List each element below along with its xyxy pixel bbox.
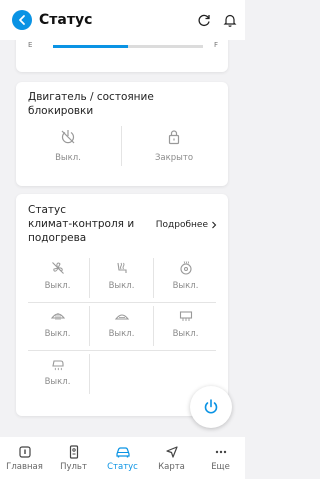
divider bbox=[28, 350, 216, 351]
fuel-full-label: F bbox=[214, 41, 219, 49]
rear-defrost-icon bbox=[179, 311, 192, 321]
climate-card-title: Статус климат-контроля и подогрева bbox=[28, 204, 135, 244]
notifications-button[interactable] bbox=[223, 13, 237, 27]
lock-status-label: Закрыто bbox=[154, 153, 194, 163]
windshield-heater-icon bbox=[114, 314, 129, 320]
steering-wheel-heater-icon bbox=[179, 261, 192, 275]
arrow-left-icon bbox=[19, 15, 25, 25]
divider bbox=[89, 306, 90, 346]
divider bbox=[153, 258, 154, 298]
refresh-icon bbox=[198, 14, 210, 27]
windshield-heater-status: Выкл. bbox=[92, 306, 151, 346]
power-icon bbox=[204, 399, 218, 414]
fuel-empty-label: E bbox=[28, 41, 33, 49]
engine-status-label: Выкл. bbox=[55, 153, 81, 163]
fan-status: Выкл. bbox=[28, 258, 87, 298]
remote-icon bbox=[69, 445, 78, 459]
lock-status: Закрыто bbox=[122, 126, 226, 172]
engine-lock-card: Двигатель / состояние блокировки Выкл. З… bbox=[16, 82, 228, 186]
mirror-heater-status: Выкл. bbox=[28, 354, 87, 394]
tab-remote[interactable]: Пульт bbox=[49, 437, 98, 479]
divider bbox=[28, 302, 216, 303]
bell-icon bbox=[223, 14, 237, 27]
seat-heater-status: Выкл. bbox=[92, 258, 151, 298]
tab-home[interactable]: Главная bbox=[0, 437, 49, 479]
top-app-bar: Статус bbox=[0, 0, 245, 40]
fan-off-icon bbox=[51, 262, 64, 274]
bottom-tab-bar: Главная Пульт Статус Карта Еще bbox=[0, 437, 245, 479]
back-button[interactable] bbox=[12, 10, 32, 30]
seat-heater-icon bbox=[116, 262, 127, 273]
remote-start-button[interactable] bbox=[190, 386, 232, 428]
fuel-gauge-fill bbox=[53, 45, 128, 48]
divider bbox=[89, 258, 90, 298]
divider bbox=[89, 354, 90, 394]
mirror-heater-icon bbox=[51, 360, 64, 371]
lock-closed-icon bbox=[168, 130, 180, 145]
steering-wheel-heater-status: Выкл. bbox=[156, 258, 215, 298]
tab-more[interactable]: Еще bbox=[196, 437, 245, 479]
engine-status: Выкл. bbox=[16, 126, 120, 172]
details-link[interactable]: Подробнее bbox=[156, 220, 217, 230]
fuel-gauge-track bbox=[53, 45, 203, 48]
home-icon bbox=[18, 446, 31, 458]
refresh-button[interactable] bbox=[197, 13, 211, 27]
divider bbox=[153, 306, 154, 346]
engine-card-title: Двигатель / состояние блокировки bbox=[28, 91, 154, 117]
tab-map[interactable]: Карта bbox=[147, 437, 196, 479]
page-title: Статус bbox=[39, 12, 93, 28]
more-icon bbox=[215, 450, 226, 454]
front-defrost-status: Выкл. bbox=[28, 306, 87, 346]
navigation-icon bbox=[165, 446, 178, 458]
tab-status[interactable]: Статус bbox=[98, 437, 147, 479]
rear-defrost-status: Выкл. bbox=[156, 306, 215, 346]
car-icon bbox=[115, 447, 130, 458]
chevron-right-icon bbox=[212, 221, 217, 229]
climate-status-card: Статус климат-контроля и подогрева Подро… bbox=[16, 194, 228, 416]
engine-off-icon bbox=[61, 130, 75, 144]
front-defrost-icon bbox=[50, 313, 65, 320]
